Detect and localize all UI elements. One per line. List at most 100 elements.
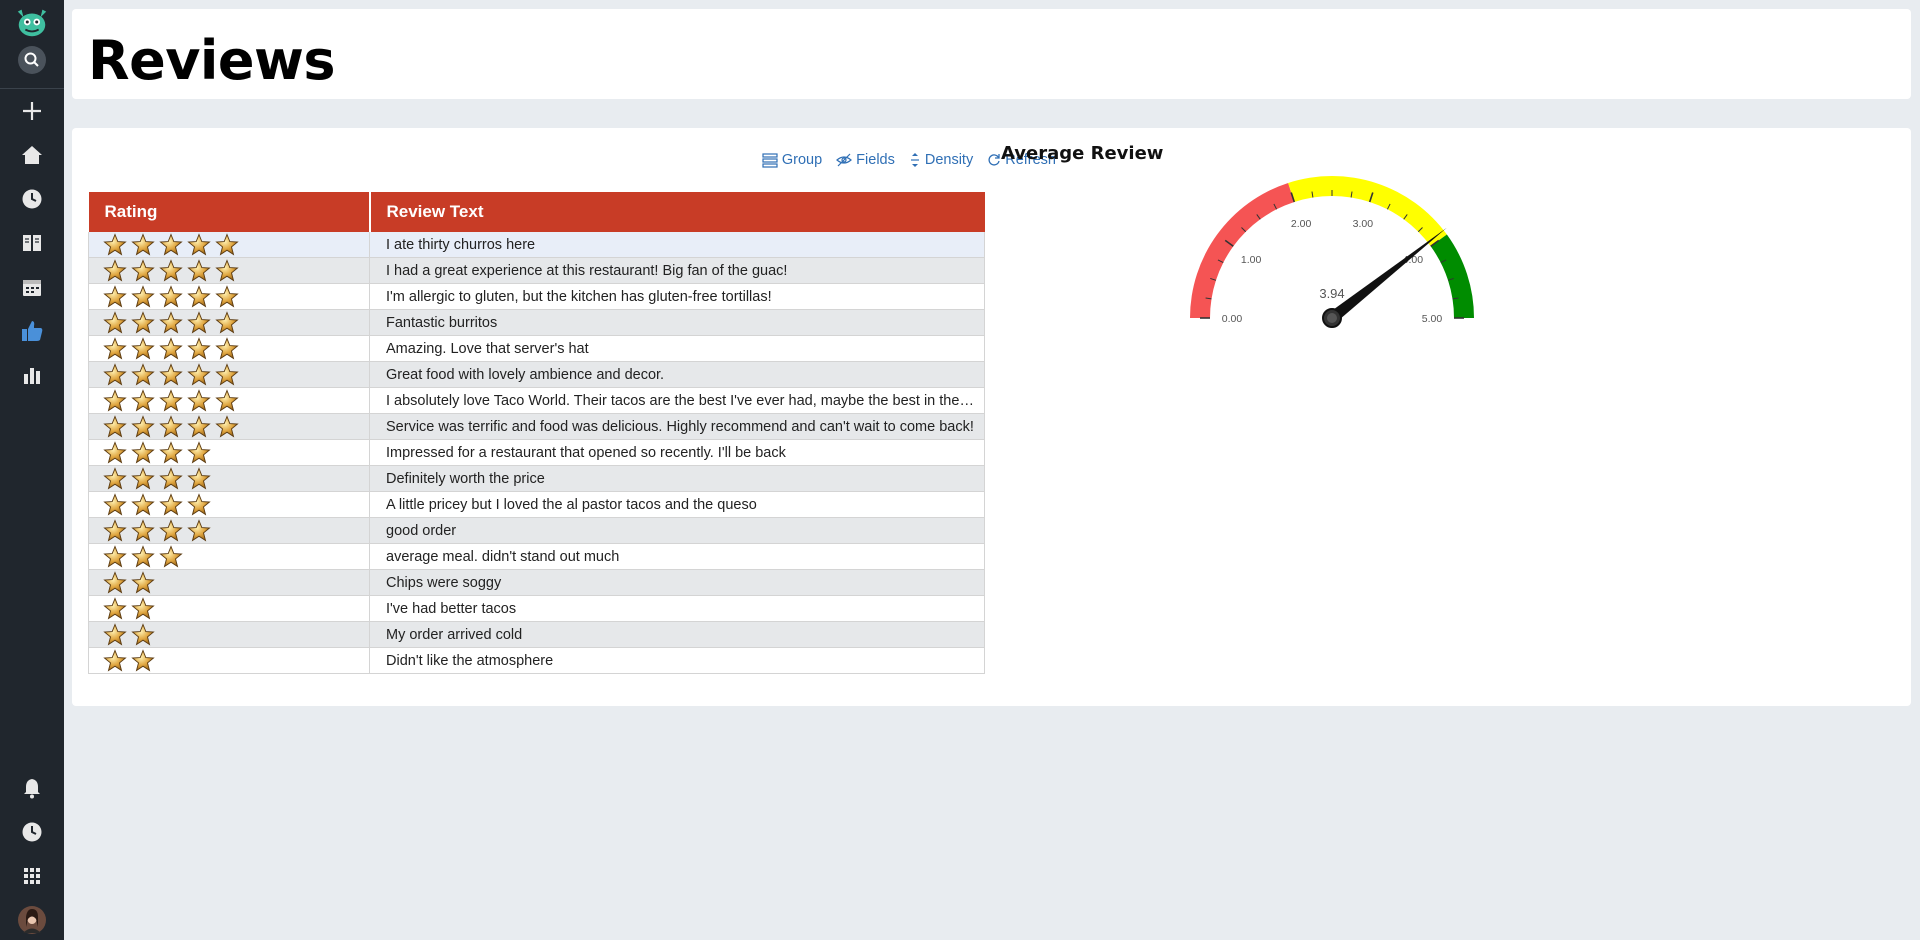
star-icon — [215, 310, 239, 334]
title-card: Reviews — [72, 9, 1911, 99]
star-icon — [187, 492, 211, 516]
table-row[interactable]: Great food with lovely ambience and deco… — [88, 361, 985, 388]
sidebar-divider — [0, 88, 64, 89]
review-text-cell: I had a great experience at this restaur… — [369, 257, 985, 284]
gauge-band-1 — [1288, 176, 1447, 247]
star-icon — [187, 362, 211, 386]
clock-icon[interactable] — [14, 814, 50, 850]
group-icon — [762, 153, 778, 168]
star-icon — [103, 570, 127, 594]
rating-cell — [88, 413, 370, 440]
star-icon — [103, 492, 127, 516]
gauge-tick-label: 0.00 — [1222, 313, 1243, 325]
star-icon — [131, 284, 155, 308]
table-header-row: Rating Review Text — [88, 192, 985, 232]
star-icon — [131, 258, 155, 282]
table-row[interactable]: I've had better tacos — [88, 595, 985, 622]
table-row[interactable]: Fantastic burritos — [88, 309, 985, 336]
table-row[interactable]: My order arrived cold — [88, 621, 985, 648]
column-header-review-text[interactable]: Review Text — [369, 192, 985, 232]
rating-cell — [88, 387, 370, 414]
review-text-cell: My order arrived cold — [369, 621, 985, 648]
star-rating — [103, 466, 361, 491]
calendar-icon[interactable] — [14, 269, 50, 305]
search-icon[interactable] — [14, 42, 50, 78]
star-rating — [103, 492, 361, 517]
table-row[interactable]: Definitely worth the price — [88, 465, 985, 492]
star-rating — [103, 388, 361, 413]
gauge-tick-label: 3.00 — [1353, 218, 1374, 230]
table-row[interactable]: Impressed for a restaurant that opened s… — [88, 439, 985, 466]
rating-cell — [88, 569, 370, 596]
star-icon — [103, 310, 127, 334]
table-row[interactable]: Didn't like the atmosphere — [88, 647, 985, 674]
star-icon — [159, 440, 183, 464]
density-button[interactable]: Density — [909, 150, 973, 170]
page-title: Reviews — [88, 29, 336, 92]
review-text-cell: Amazing. Love that server's hat — [369, 335, 985, 362]
home-icon[interactable] — [14, 137, 50, 173]
review-text-cell: Service was terrific and food was delici… — [369, 413, 985, 440]
table-row[interactable]: I absolutely love Taco World. Their taco… — [88, 387, 985, 414]
star-icon — [215, 336, 239, 360]
star-icon — [131, 596, 155, 620]
rating-cell — [88, 465, 370, 492]
star-icon — [103, 336, 127, 360]
table-row[interactable]: I'm allergic to gluten, but the kitchen … — [88, 283, 985, 310]
star-icon — [187, 518, 211, 542]
eye-slash-icon — [836, 153, 853, 167]
review-text-cell: Great food with lovely ambience and deco… — [369, 361, 985, 388]
rating-cell — [88, 543, 370, 570]
star-rating — [103, 232, 361, 257]
table-row[interactable]: average meal. didn't stand out much — [88, 543, 985, 570]
group-label: Group — [781, 152, 823, 168]
star-icon — [103, 362, 127, 386]
review-text-cell: Impressed for a restaurant that opened s… — [369, 439, 985, 466]
table-row[interactable]: Service was terrific and food was delici… — [88, 413, 985, 440]
star-icon — [159, 232, 183, 256]
column-header-rating[interactable]: Rating — [88, 192, 371, 232]
star-icon — [131, 336, 155, 360]
star-icon — [187, 440, 211, 464]
avatar[interactable] — [14, 902, 50, 938]
table-row[interactable]: good order — [88, 517, 985, 544]
history-icon[interactable] — [14, 181, 50, 217]
table-row[interactable]: Chips were soggy — [88, 569, 985, 596]
rating-cell — [88, 361, 370, 388]
fields-button[interactable]: Fields — [836, 150, 895, 170]
refresh-icon — [988, 154, 1000, 166]
star-icon — [103, 596, 127, 620]
group-button[interactable]: Group — [762, 150, 822, 170]
star-rating — [103, 258, 361, 283]
thumbs-up-icon[interactable] — [14, 313, 50, 349]
rating-cell — [88, 257, 370, 284]
table-row[interactable]: I ate thirty churros here — [88, 232, 985, 258]
star-icon — [159, 284, 183, 308]
sidebar — [0, 0, 64, 940]
star-icon — [131, 648, 155, 672]
plus-icon[interactable] — [14, 93, 50, 129]
bar-chart-icon[interactable] — [14, 357, 50, 393]
grid-icon[interactable] — [14, 858, 50, 894]
table-row[interactable]: A little pricey but I loved the al pasto… — [88, 491, 985, 518]
star-rating — [103, 518, 361, 543]
logo-icon[interactable] — [14, 4, 50, 40]
star-icon — [103, 466, 127, 490]
table-row[interactable]: I had a great experience at this restaur… — [88, 257, 985, 284]
table-row[interactable]: Amazing. Love that server's hat — [88, 335, 985, 362]
bell-icon[interactable] — [14, 770, 50, 806]
star-icon — [103, 232, 127, 256]
star-rating — [103, 440, 361, 465]
star-rating — [103, 570, 361, 595]
star-icon — [131, 414, 155, 438]
star-icon — [159, 414, 183, 438]
reviews-table: Rating Review Text I ate thirty churros … — [88, 192, 985, 674]
rating-cell — [88, 621, 370, 648]
star-icon — [159, 388, 183, 412]
star-icon — [215, 388, 239, 412]
gauge-title: Average Review — [1001, 143, 1164, 164]
table-body: I ate thirty churros here I had a great e… — [88, 232, 985, 674]
star-icon — [103, 518, 127, 542]
density-icon — [910, 153, 919, 167]
book-icon[interactable] — [14, 225, 50, 261]
